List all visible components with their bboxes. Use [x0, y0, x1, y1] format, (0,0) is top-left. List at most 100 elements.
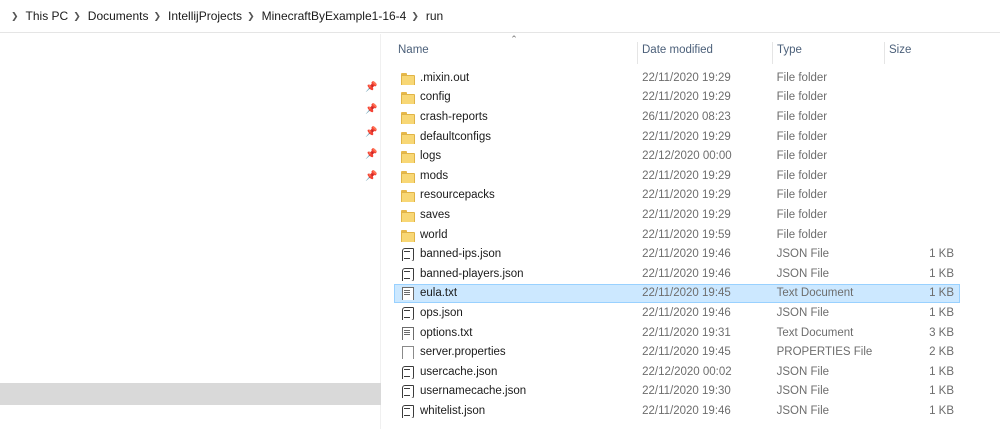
file-type: File folder	[776, 208, 828, 221]
pin-icon[interactable]: 📌	[365, 82, 377, 94]
file-name-cell: whitelist.json	[395, 404, 638, 418]
file-name: .mixin.out	[420, 71, 470, 84]
file-name-cell: crash-reports	[395, 110, 638, 124]
file-name-cell: logs	[395, 149, 638, 164]
file-type: File folder	[776, 110, 828, 123]
file-date: 22/11/2020 19:29	[642, 130, 731, 143]
file-row[interactable]: options.txt 22/11/2020 19:31 Text Document…	[394, 323, 960, 343]
json-file-icon	[400, 267, 414, 281]
file-name: eula.txt	[420, 287, 458, 300]
file-name-cell: usercache.json	[395, 365, 638, 379]
file-date: 22/11/2020 19:46	[642, 248, 731, 261]
file-type: File folder	[776, 71, 828, 84]
file-name: defaultconfigs	[420, 130, 491, 143]
chevron-right-icon[interactable]: ❯	[411, 11, 419, 22]
navigation-pane[interactable]: 📌 📌 📌 📌 📌	[0, 34, 381, 429]
file-name: resourcepacks	[420, 189, 495, 202]
pin-icon[interactable]: 📌	[365, 149, 377, 161]
file-type: JSON File	[776, 404, 830, 417]
file-date: 22/11/2020 19:29	[642, 71, 731, 84]
chevron-right-icon[interactable]: ❯	[153, 11, 161, 22]
column-header-size[interactable]: Size	[885, 42, 960, 64]
file-row[interactable]: resourcepacks 22/11/2020 19:29 File folder	[394, 186, 960, 206]
file-row[interactable]: .mixin.out 22/11/2020 19:29 File folder	[394, 68, 960, 88]
file-row[interactable]: ops.json 22/11/2020 19:46 JSON File 1 KB	[394, 303, 960, 323]
file-name-cell: mods	[395, 169, 638, 183]
file-row[interactable]: saves 22/11/2020 19:29 File folder	[394, 205, 960, 225]
file-row[interactable]: whitelist.json 22/11/2020 19:46 JSON File 1…	[394, 401, 960, 421]
file-name-cell: banned-ips.json	[395, 247, 638, 262]
file-name-cell: saves	[395, 208, 638, 222]
file-date: 22/11/2020 19:45	[642, 287, 731, 300]
file-date: 22/11/2020 19:29	[642, 208, 731, 221]
column-header-date[interactable]: Date modified	[638, 42, 773, 64]
address-bar[interactable]: ❯ This PC ❯ Documents ❯ IntellijProjects…	[0, 0, 1000, 33]
file-row[interactable]: banned-players.json 22/11/2020 19:46 JSON …	[394, 264, 960, 284]
json-file-icon	[400, 365, 414, 379]
file-row[interactable]: mods 22/11/2020 19:29 File folder	[394, 166, 960, 186]
file-name: usernamecache.json	[420, 385, 527, 398]
file-type: File folder	[776, 228, 828, 241]
file-name: server.properties	[420, 346, 506, 359]
file-type: JSON File	[776, 267, 830, 280]
file-name: world	[420, 228, 448, 241]
file-row[interactable]: crash-reports 26/11/2020 08:23 File folder	[394, 107, 960, 127]
file-size: 1 KB	[929, 306, 954, 319]
file-type: JSON File	[776, 365, 830, 378]
breadcrumb-documents[interactable]: Documents	[88, 9, 149, 23]
file-name: banned-ips.json	[420, 248, 502, 261]
file-row[interactable]: eula.txt 22/11/2020 19:45 Text Document 1 K…	[394, 283, 960, 304]
nav-selected-item[interactable]	[0, 383, 381, 405]
file-date: 22/11/2020 19:46	[642, 267, 731, 280]
file-type: File folder	[776, 150, 828, 163]
file-size: 1 KB	[929, 287, 954, 300]
file-name: saves	[420, 208, 451, 221]
file-type: File folder	[776, 189, 828, 202]
json-file-icon	[400, 384, 414, 399]
pin-icon[interactable]: 📌	[365, 127, 377, 139]
file-name: mods	[420, 169, 449, 182]
file-name-cell: ops.json	[395, 306, 638, 320]
file-name-cell: defaultconfigs	[395, 130, 638, 144]
file-name-cell: server.properties	[395, 345, 638, 360]
pin-icon[interactable]: 📌	[365, 104, 377, 116]
file-row[interactable]: world 22/11/2020 19:59 File folder	[394, 225, 960, 245]
json-file-icon	[400, 404, 414, 418]
file-row[interactable]: config 22/11/2020 19:29 File folder	[394, 88, 960, 108]
file-name: options.txt	[420, 326, 473, 339]
file-name-cell: usernamecache.json	[395, 384, 638, 399]
file-size: 3 KB	[929, 326, 954, 339]
file-row[interactable]: usernamecache.json 22/11/2020 19:30 JSON F…	[394, 382, 960, 402]
file-date: 22/11/2020 19:46	[642, 306, 731, 319]
folder-icon	[400, 90, 415, 105]
file-date: 22/12/2020 00:00	[642, 150, 732, 163]
file-row[interactable]: usercache.json 22/12/2020 00:02 JSON File 1…	[394, 362, 960, 382]
text-file-icon	[400, 326, 414, 340]
file-row[interactable]: banned-ips.json 22/11/2020 19:46 JSON File…	[394, 244, 960, 264]
file-name-cell: .mixin.out	[395, 71, 638, 85]
breadcrumb-intellijprojects[interactable]: IntellijProjects	[168, 9, 242, 23]
breadcrumb-this-pc[interactable]: This PC	[26, 9, 69, 23]
file-date: 26/11/2020 08:23	[642, 110, 731, 123]
column-header-name[interactable]: Name	[394, 42, 638, 64]
chevron-right-icon[interactable]: ❯	[247, 11, 255, 22]
file-name-cell: config	[395, 90, 638, 105]
file-date: 22/11/2020 19:30	[642, 385, 731, 398]
file-type: File folder	[776, 130, 828, 143]
chevron-right-icon[interactable]: ❯	[73, 11, 81, 22]
file-type: Text Document	[776, 287, 854, 300]
file-size: 1 KB	[929, 248, 954, 261]
breadcrumb-run[interactable]: run	[426, 9, 443, 23]
file-list[interactable]: ⌃ Name Date modified Type Size .mixin.ou…	[394, 34, 964, 429]
file-row[interactable]: defaultconfigs 22/11/2020 19:29 File folde…	[394, 127, 960, 147]
file-name-cell: banned-players.json	[395, 267, 638, 281]
file-date: 22/11/2020 19:46	[642, 404, 731, 417]
file-row[interactable]: server.properties 22/11/2020 19:45 PROPERT…	[394, 342, 960, 362]
chevron-right-icon[interactable]: ❯	[11, 11, 19, 22]
pin-icon[interactable]: 📌	[365, 171, 377, 183]
breadcrumb-project[interactable]: MinecraftByExample1-16-4	[262, 9, 407, 23]
file-name-cell: resourcepacks	[395, 188, 638, 203]
file-row[interactable]: logs 22/12/2020 00:00 File folder	[394, 146, 960, 166]
file-rows: .mixin.out 22/11/2020 19:29 File folder con…	[394, 68, 960, 421]
column-header-type[interactable]: Type	[773, 42, 885, 64]
